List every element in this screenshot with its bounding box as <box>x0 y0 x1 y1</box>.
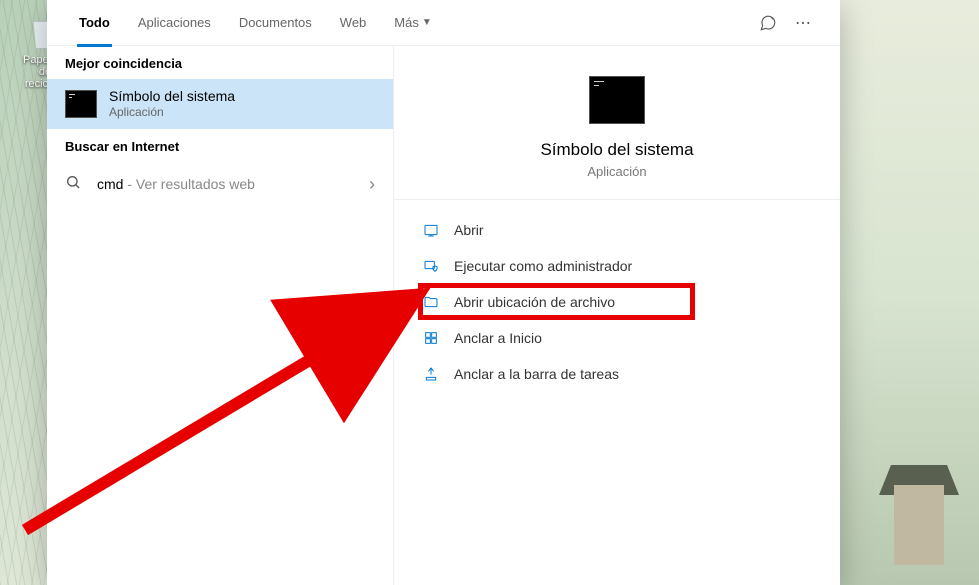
feedback-icon[interactable] <box>750 5 786 41</box>
tab-label: Web <box>340 15 367 30</box>
windows-search-panel: Todo Aplicaciones Documentos Web Más▼ ⋯ … <box>47 0 840 585</box>
action-pin-to-start[interactable]: Anclar a Inicio <box>394 320 840 356</box>
tab-aplicaciones[interactable]: Aplicaciones <box>124 0 225 46</box>
action-label: Anclar a la barra de tareas <box>454 366 619 382</box>
search-tabs-row: Todo Aplicaciones Documentos Web Más▼ ⋯ <box>47 0 840 46</box>
pin-start-icon <box>422 329 440 347</box>
action-label: Abrir ubicación de archivo <box>454 294 615 310</box>
search-panel-body: Mejor coincidencia Símbolo del sistema A… <box>47 46 840 585</box>
search-icon <box>65 174 85 195</box>
result-title: Símbolo del sistema <box>109 87 235 105</box>
tab-label: Aplicaciones <box>138 15 211 30</box>
chevron-right-icon: › <box>369 174 375 195</box>
pin-taskbar-icon <box>422 365 440 383</box>
open-icon <box>422 221 440 239</box>
best-match-result[interactable]: Símbolo del sistema Aplicación <box>47 79 393 129</box>
folder-icon <box>422 293 440 311</box>
web-query: cmd <box>97 176 123 192</box>
web-search-text: cmd - Ver resultados web <box>97 176 255 192</box>
more-options-icon[interactable]: ⋯ <box>786 5 822 41</box>
tab-todo[interactable]: Todo <box>65 0 124 46</box>
action-open-file-location[interactable]: Abrir ubicación de archivo <box>394 284 840 320</box>
tab-label: Todo <box>79 15 110 30</box>
action-run-as-admin[interactable]: Ejecutar como administrador <box>394 248 840 284</box>
web-search-result[interactable]: cmd - Ver resultados web › <box>47 162 393 207</box>
detail-hero: Símbolo del sistema Aplicación <box>394 64 840 200</box>
search-web-header: Buscar en Internet <box>47 129 393 162</box>
tab-label: Documentos <box>239 15 312 30</box>
results-column: Mejor coincidencia Símbolo del sistema A… <box>47 46 393 585</box>
detail-title: Símbolo del sistema <box>540 140 693 160</box>
chevron-down-icon: ▼ <box>422 17 432 28</box>
tab-documentos[interactable]: Documentos <box>225 0 326 46</box>
detail-subtitle: Aplicación <box>587 164 646 179</box>
action-pin-to-taskbar[interactable]: Anclar a la barra de tareas <box>394 356 840 392</box>
tab-mas[interactable]: Más▼ <box>380 0 445 46</box>
detail-actions: Abrir Ejecutar como administrador Abrir … <box>394 200 840 404</box>
cmd-app-icon <box>65 88 97 120</box>
admin-shield-icon <box>422 257 440 275</box>
result-text: Símbolo del sistema Aplicación <box>109 87 235 121</box>
tab-label: Más <box>394 15 419 30</box>
detail-column: Símbolo del sistema Aplicación Abrir Eje… <box>393 46 840 585</box>
action-label: Anclar a Inicio <box>454 330 542 346</box>
action-open[interactable]: Abrir <box>394 212 840 248</box>
action-label: Abrir <box>454 222 484 238</box>
web-suffix: - Ver resultados web <box>123 176 255 192</box>
result-subtitle: Aplicación <box>109 105 235 121</box>
cmd-hero-icon <box>589 76 645 124</box>
tab-web[interactable]: Web <box>326 0 381 46</box>
action-label: Ejecutar como administrador <box>454 258 632 274</box>
wallpaper-pagoda <box>869 435 969 575</box>
best-match-header: Mejor coincidencia <box>47 46 393 79</box>
